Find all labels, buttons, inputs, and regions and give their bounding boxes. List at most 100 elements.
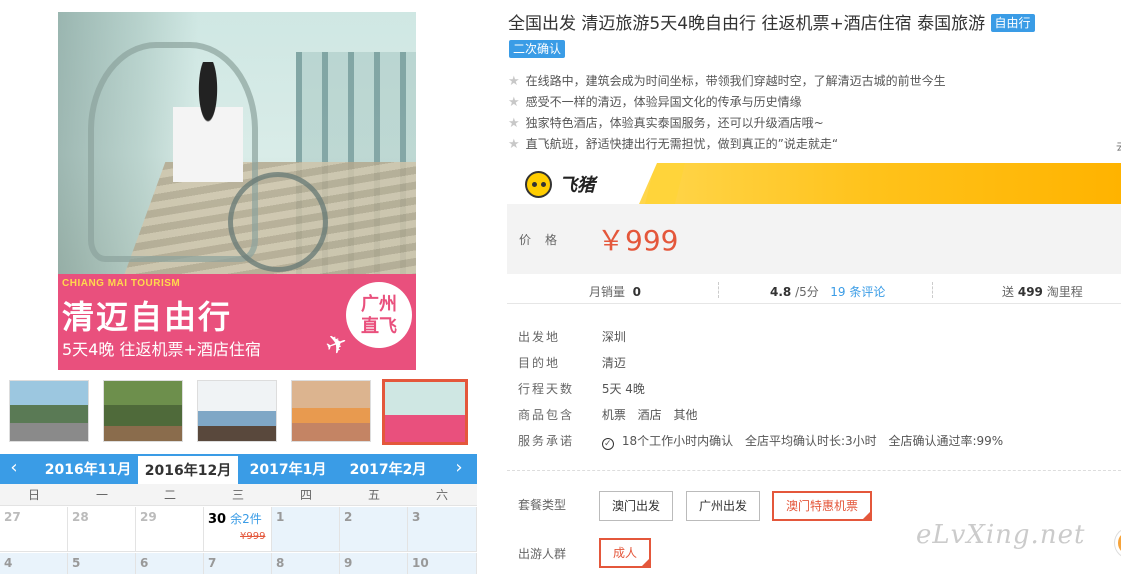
detail-value: 5天 4晚 bbox=[601, 382, 645, 396]
feature-item: ★ 直飞航班，舒适快捷出行无需担忧，做到真正的”说走就走“ bbox=[508, 134, 1121, 155]
detail-label: 出发地 bbox=[518, 330, 561, 344]
calendar-day: 10 bbox=[408, 553, 477, 574]
points-prefix: 送 bbox=[1002, 285, 1015, 299]
calendar-day-available[interactable]: 30 余2件 ¥999 bbox=[204, 507, 272, 552]
product-details: 出发地 深圳 目的地 清迈 行程天数 5天 4晚 商品包含 机票 酒店 其他 服… bbox=[518, 328, 1098, 458]
calendar-day: 9 bbox=[340, 553, 408, 574]
detail-label: 商品包含 bbox=[518, 408, 575, 422]
date-calendar: ‹ 2016年11月 2016年12月 2017年1月 2017年2月 › 日 … bbox=[0, 454, 477, 574]
calendar-month-tab[interactable]: 2016年11月 bbox=[38, 454, 138, 484]
banner-tagline: CHIANG MAI TOURISM bbox=[62, 278, 181, 289]
star-icon: ★ bbox=[508, 74, 520, 89]
divider bbox=[932, 282, 933, 298]
truncated-text: 去 bbox=[1116, 138, 1121, 154]
brand-logo-area: 飞猪 bbox=[507, 163, 657, 204]
thumbnail-5-selected[interactable] bbox=[382, 379, 468, 445]
banner-title: 清迈自由行 bbox=[62, 298, 233, 336]
calendar-day: 5 bbox=[68, 553, 136, 574]
includes-list: 机票 酒店 其他 bbox=[602, 406, 706, 424]
feature-list: ★ 在线路中，建筑会成为时间坐标，带领我们穿越时空，了解清迈古城的前世今生 ★ 感受… bbox=[508, 71, 1121, 155]
calendar-day: 6 bbox=[136, 553, 204, 574]
weekday: 五 bbox=[367, 488, 380, 502]
main-product-image[interactable]: CHIANG MAI TOURISM 清迈自由行 5天4晚 往返机票+酒店住宿 … bbox=[58, 12, 416, 370]
calendar-day: 27 bbox=[0, 507, 68, 552]
calendar-weekdays: 日 一 二 三 四 五 六 bbox=[0, 484, 477, 506]
product-gallery: CHIANG MAI TOURISM 清迈自由行 5天4晚 往返机票+酒店住宿 … bbox=[0, 0, 477, 574]
main-image-frame: CHIANG MAI TOURISM 清迈自由行 5天4晚 往返机票+酒店住宿 … bbox=[0, 0, 477, 373]
thumbnail-2[interactable] bbox=[103, 380, 183, 442]
package-option-macau-special[interactable]: 澳门特惠机票 bbox=[772, 491, 873, 521]
calendar-day-stock: 余2件 bbox=[230, 512, 262, 526]
weekday: 三 bbox=[231, 488, 244, 502]
calendar-month-tab[interactable]: 2017年2月 bbox=[338, 454, 438, 484]
calendar-month-tab[interactable]: 2017年1月 bbox=[238, 454, 338, 484]
brand-name: 飞猪 bbox=[559, 175, 595, 196]
traveler-option-adult[interactable]: 成人 bbox=[599, 538, 652, 568]
star-icon: ★ bbox=[508, 137, 520, 152]
thumbnail-4[interactable] bbox=[291, 380, 371, 442]
calendar-day: 4 bbox=[0, 553, 68, 574]
feature-item: ★ 在线路中，建筑会成为时间坐标，带领我们穿越时空，了解清迈古城的前世今生 bbox=[508, 71, 1121, 92]
monthly-sales-value: 0 bbox=[632, 285, 642, 299]
include-item: 机票 bbox=[601, 408, 626, 422]
sales-stats: 月销量 0 4.8 /5分 19 条评论 送 499 淘里程 bbox=[507, 276, 1121, 304]
price-panel: 飞猪 价格 ￥999 bbox=[507, 163, 1121, 274]
calendar-day: 2 bbox=[340, 507, 408, 552]
calendar-month-tab-active[interactable]: 2016年12月 bbox=[138, 456, 238, 484]
promise-list: ✓ 18个工作小时内确认 全店平均确认时长:3小时 全店确认通过率:99% bbox=[601, 432, 1011, 450]
plane-icon: ✈ bbox=[321, 327, 353, 363]
package-type-label: 套餐类型 bbox=[518, 498, 567, 512]
weekday: 六 bbox=[435, 488, 448, 502]
detail-row: 行程天数 5天 4晚 bbox=[518, 380, 1098, 406]
calendar-day: 1 bbox=[272, 507, 340, 552]
mileage-reward: 送 499 淘里程 bbox=[1002, 283, 1083, 300]
badge-line-1: 广州 bbox=[361, 294, 397, 315]
calendar-day-number: 30 bbox=[208, 512, 227, 527]
calendar-prev-arrow-icon[interactable]: ‹ bbox=[4, 457, 24, 478]
fliggy-logo-icon bbox=[525, 171, 552, 198]
detail-row-promise: 服务承诺 ✓ 18个工作小时内确认 全店平均确认时长:3小时 全店确认通过率:99… bbox=[518, 432, 1098, 458]
points-suffix: 淘里程 bbox=[1046, 285, 1083, 299]
star-icon: ★ bbox=[508, 95, 520, 110]
monthly-sales-label: 月销量 bbox=[589, 285, 626, 299]
detail-label: 行程天数 bbox=[518, 382, 575, 396]
image-person bbox=[173, 62, 243, 212]
thumbnail-strip bbox=[0, 376, 477, 448]
feature-text: 感受不一样的清迈，体验异国文化的传承与历史情缘 bbox=[525, 95, 802, 109]
weekday: 一 bbox=[95, 488, 108, 502]
monthly-sales: 月销量 0 bbox=[589, 283, 641, 300]
thumbnail-1[interactable] bbox=[9, 380, 89, 442]
detail-row: 目的地 清迈 bbox=[518, 354, 1098, 380]
badge-line-2: 直飞 bbox=[361, 316, 397, 337]
free-travel-tag: 自由行 bbox=[990, 14, 1035, 32]
feature-text: 直飞航班，舒适快捷出行无需担忧，做到真正的”说走就走“ bbox=[525, 137, 839, 151]
calendar-day: 3 bbox=[408, 507, 477, 552]
calendar-day: 8 bbox=[272, 553, 340, 574]
weekday: 四 bbox=[299, 488, 312, 502]
rating-value: 4.8 bbox=[770, 285, 792, 299]
image-wheel bbox=[228, 172, 328, 272]
review-count-link[interactable]: 19 条评论 bbox=[830, 285, 885, 299]
product-title-text: 全国出发 清迈旅游5天4晚自由行 往返机票+酒店住宿 泰国旅游 bbox=[508, 14, 986, 34]
floating-widget-icon[interactable] bbox=[1115, 528, 1121, 558]
feature-item: ★ 独家特色酒店，体验真实泰国服务，还可以升级酒店哦~ bbox=[508, 113, 1121, 134]
calendar-header: ‹ 2016年11月 2016年12月 2017年1月 2017年2月 › bbox=[0, 454, 477, 484]
include-item: 其他 bbox=[673, 408, 698, 422]
detail-row: 出发地 深圳 bbox=[518, 328, 1098, 354]
calendar-next-arrow-icon[interactable]: › bbox=[449, 457, 469, 478]
product-title: 全国出发 清迈旅游5天4晚自由行 往返机票+酒店住宿 泰国旅游 自由行 bbox=[508, 12, 1088, 36]
detail-value: 深圳 bbox=[601, 330, 626, 344]
divider bbox=[718, 282, 719, 298]
package-option-guangzhou[interactable]: 广州出发 bbox=[686, 491, 761, 521]
promise-item: 全店确认通过率:99% bbox=[888, 434, 1004, 448]
package-option-macau[interactable]: 澳门出发 bbox=[599, 491, 674, 521]
site-watermark: eLvXing.net bbox=[916, 520, 1086, 550]
detail-value: 清迈 bbox=[601, 356, 626, 370]
detail-row-includes: 商品包含 机票 酒店 其他 bbox=[518, 406, 1098, 432]
second-confirm-tag: 二次确认 bbox=[509, 40, 566, 58]
check-circle-icon: ✓ bbox=[601, 438, 614, 450]
promise-item: 18个工作小时内确认 bbox=[621, 434, 734, 448]
points-value: 499 bbox=[1017, 285, 1043, 299]
feature-item: ★ 感受不一样的清迈，体验异国文化的传承与历史情缘 bbox=[508, 92, 1121, 113]
thumbnail-3[interactable] bbox=[197, 380, 277, 442]
